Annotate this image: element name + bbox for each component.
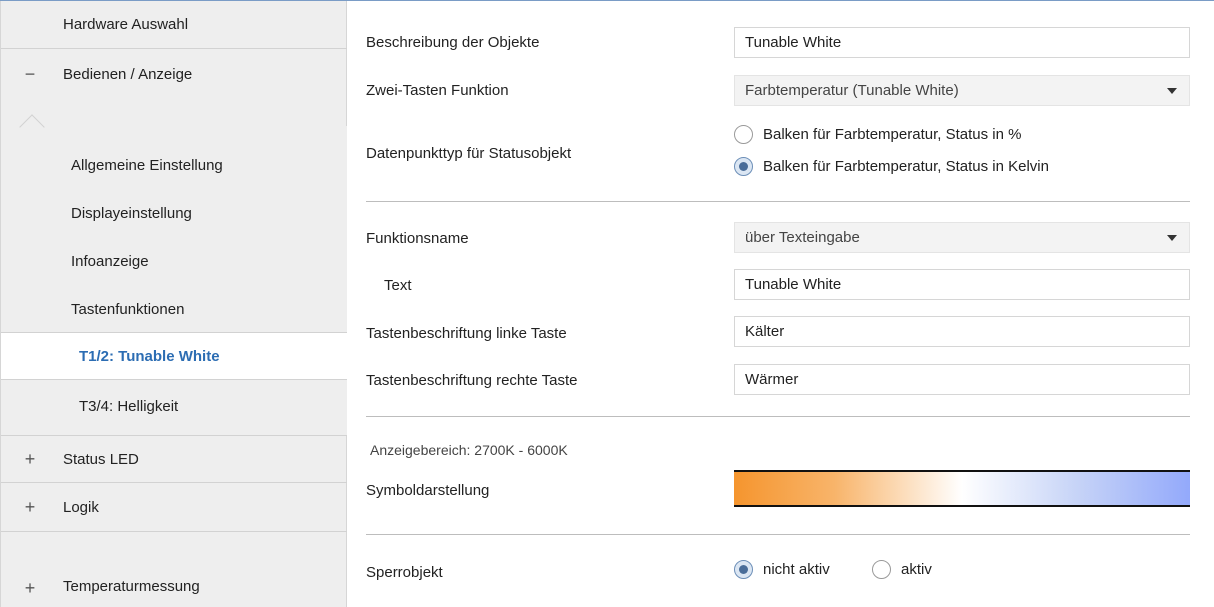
funktionsname-label: Funktionsname [366, 230, 469, 247]
text-input[interactable]: Tunable White [734, 269, 1190, 300]
expand-plus-icon[interactable]: + [21, 449, 39, 470]
radio-label: aktiv [901, 561, 932, 578]
sidebar-item-label: Infoanzeige [71, 252, 149, 270]
linke-taste-label: Tastenbeschriftung linke Taste [366, 325, 567, 342]
beschreibung-label: Beschreibung der Objekte [366, 34, 540, 51]
color-temperature-gradient [734, 470, 1190, 507]
funktionsname-value: über Texteingabe [745, 229, 860, 246]
sidebar-item-label: Logik [63, 499, 99, 516]
sidebar-item-displayeinstellung[interactable]: Displayeinstellung [1, 189, 347, 237]
radio-label: nicht aktiv [763, 561, 830, 578]
radio-button-selected[interactable] [734, 560, 753, 579]
zwei-tasten-value: Farbtemperatur (Tunable White) [745, 82, 959, 99]
sidebar-item-label: Hardware Auswahl [63, 16, 189, 33]
chevron-down-icon [1167, 88, 1177, 94]
chevron-down-icon [1167, 235, 1177, 241]
sperrobjekt-label: Sperrobjekt [366, 564, 443, 581]
radio-button[interactable] [734, 125, 753, 144]
sidebar-item-label: Allgemeine Einstellung [71, 156, 223, 174]
rechte-taste-input[interactable]: Wärmer [734, 364, 1190, 395]
sidebar-item-label: Bedienen / Anzeige [63, 65, 193, 83]
sidebar-item-t34-helligkeit[interactable]: T3/4: Helligkeit [1, 382, 347, 430]
collapse-minus-icon[interactable]: − [21, 64, 39, 85]
section-divider [366, 416, 1190, 417]
sidebar-item-status-led[interactable]: + Status LED [1, 435, 347, 483]
rechte-taste-value: Wärmer [745, 371, 799, 388]
sidebar-item-infoanzeige[interactable]: Infoanzeige [1, 237, 347, 285]
sidebar-item-allgemeine-einstellung[interactable]: Allgemeine Einstellung [1, 141, 347, 189]
sidebar-item-bedienen-anzeige[interactable]: − Bedienen / Anzeige [1, 50, 347, 98]
sidebar-item-label: T3/4: Helligkeit [79, 397, 179, 415]
expand-plus-icon[interactable]: + [21, 497, 39, 518]
rechte-taste-label: Tastenbeschriftung rechte Taste [366, 372, 578, 389]
beschreibung-value: Tunable White [745, 34, 842, 51]
sidebar-item-label: Tastenfunktionen [71, 300, 185, 318]
sperrobjekt-option-aktiv[interactable]: aktiv [872, 560, 932, 579]
sidebar-item-label: Status LED [63, 450, 139, 468]
section-divider [366, 201, 1190, 202]
sidebar-item-label: Temperaturmessung [63, 578, 200, 595]
sidebar-item-label: T1/2: Tunable White [79, 347, 220, 365]
beschreibung-input[interactable]: Tunable White [734, 27, 1190, 58]
text-label: Text [384, 277, 412, 294]
parameter-panel: Beschreibung der Objekte Tunable White Z… [348, 1, 1214, 607]
linke-taste-input[interactable]: Kälter [734, 316, 1190, 347]
zwei-tasten-label: Zwei-Tasten Funktion [366, 82, 509, 99]
datenpunkt-label: Datenpunkttyp für Statusobjekt [366, 145, 572, 162]
linke-taste-value: Kälter [745, 323, 785, 340]
anzeigebereich-note: Anzeigebereich: 2700K - 6000K [370, 442, 568, 458]
radio-button[interactable] [872, 560, 891, 579]
section-divider [366, 534, 1190, 535]
sidebar: Hardware Auswahl − Bedienen / Anzeige Al… [0, 1, 347, 607]
sidebar-item-logik[interactable]: + Logik [1, 484, 347, 532]
sidebar-item-t12-tunable-white[interactable]: T1/2: Tunable White [1, 332, 347, 380]
expand-plus-icon[interactable]: + [21, 578, 39, 599]
text-value: Tunable White [745, 276, 842, 293]
sidebar-item-tastenfunktionen[interactable]: Tastenfunktionen [1, 285, 347, 333]
funktionsname-select[interactable]: über Texteingabe [734, 222, 1190, 253]
sidebar-item-temperaturmessung[interactable]: + Temperaturmessung [1, 533, 347, 607]
datenpunkt-option-kelvin[interactable]: Balken für Farbtemperatur, Status in Kel… [734, 157, 1049, 176]
window-frame: Hardware Auswahl − Bedienen / Anzeige Al… [0, 0, 1214, 607]
zwei-tasten-select[interactable]: Farbtemperatur (Tunable White) [734, 75, 1190, 106]
sidebar-item-hardware-auswahl[interactable]: Hardware Auswahl [1, 1, 347, 49]
radio-label: Balken für Farbtemperatur, Status in Kel… [763, 158, 1049, 175]
radio-label: Balken für Farbtemperatur, Status in % [763, 126, 1022, 143]
radio-button-selected[interactable] [734, 157, 753, 176]
sidebar-item-label: Displayeinstellung [71, 204, 192, 222]
datenpunkt-option-percent[interactable]: Balken für Farbtemperatur, Status in % [734, 125, 1021, 144]
sperrobjekt-option-nicht-aktiv[interactable]: nicht aktiv [734, 560, 830, 579]
symboldarstellung-label: Symboldarstellung [366, 482, 490, 499]
